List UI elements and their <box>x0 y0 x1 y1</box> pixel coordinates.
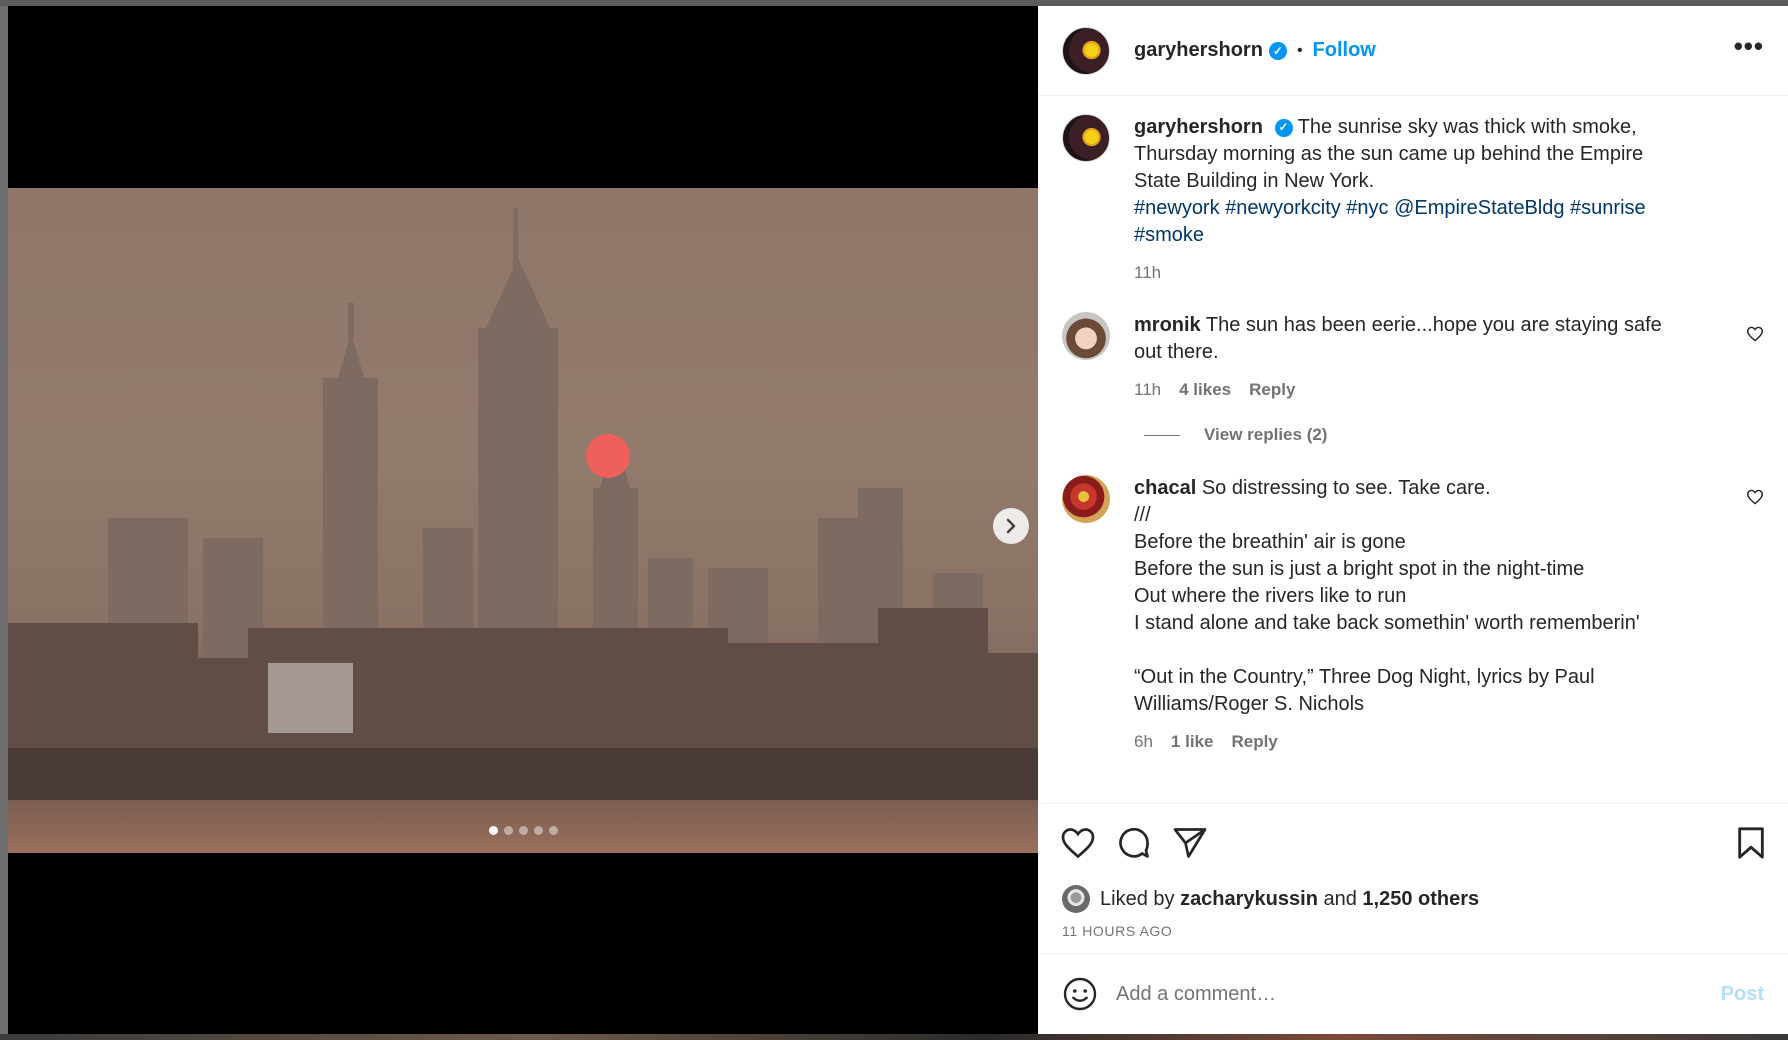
chevron-right-icon <box>1006 518 1016 534</box>
slide-indicator <box>8 826 1038 835</box>
post-modal: garyhershorn ✓ • Follow ••• garyhershorn… <box>8 6 1788 1034</box>
comment-username[interactable]: chacal <box>1134 477 1196 499</box>
heart-icon[interactable] <box>1746 489 1764 505</box>
comment-line: I stand alone and take back somethin' wo… <box>1134 612 1640 634</box>
separator-dot: • <box>1296 41 1303 59</box>
comment-text: So distressing to see. Take care. <box>1201 477 1491 499</box>
liker-avatar[interactable] <box>1062 885 1090 913</box>
comment-username[interactable]: mronik <box>1134 314 1201 336</box>
next-slide-button[interactable] <box>993 508 1029 544</box>
comment-item: chacal So distressing to see. Take care.… <box>1062 475 1764 755</box>
author-avatar[interactable] <box>1062 114 1110 162</box>
likes-prefix: Liked by <box>1100 887 1175 910</box>
reply-button[interactable]: Reply <box>1231 728 1277 755</box>
backdrop-strip <box>0 1034 1788 1040</box>
view-replies-label: View replies (2) <box>1204 425 1328 444</box>
post-actions <box>1038 803 1788 881</box>
comment-likes[interactable]: 4 likes <box>1179 376 1231 403</box>
author-username[interactable]: garyhershorn <box>1134 39 1263 62</box>
comment-time: 11h <box>1134 380 1162 399</box>
post-timestamp: 11 HOURS AGO <box>1038 917 1788 954</box>
follow-button[interactable]: Follow <box>1313 39 1376 62</box>
verified-badge-icon: ✓ <box>1274 118 1293 137</box>
share-icon[interactable] <box>1172 826 1208 860</box>
comment-input[interactable] <box>1116 982 1721 1006</box>
post-photo <box>8 188 1038 853</box>
reply-button[interactable]: Reply <box>1249 376 1295 403</box>
bookmark-icon[interactable] <box>1736 826 1766 860</box>
slide-dot[interactable] <box>488 826 498 835</box>
comment-item: mronik The sun has been eerie...hope you… <box>1062 312 1764 403</box>
likes-joiner: and <box>1323 887 1357 910</box>
post-comment-button[interactable]: Post <box>1721 983 1764 1006</box>
emoji-icon[interactable] <box>1062 976 1098 1012</box>
liker-username[interactable]: zacharykussin <box>1180 888 1318 911</box>
comment-line: “Out in the Country,” Three Dog Night, l… <box>1134 666 1595 715</box>
comment-line: /// <box>1134 504 1151 526</box>
slide-dot[interactable] <box>518 826 528 835</box>
post-side-panel: garyhershorn ✓ • Follow ••• garyhershorn… <box>1038 6 1788 1034</box>
sun <box>586 434 630 478</box>
comment-line: Before the breathin' air is gone <box>1134 531 1406 553</box>
heart-icon[interactable] <box>1060 826 1096 860</box>
skyline-image <box>8 208 1038 853</box>
author-avatar[interactable] <box>1062 26 1110 75</box>
heart-icon[interactable] <box>1746 326 1764 342</box>
slide-dot[interactable] <box>533 826 543 835</box>
verified-badge-icon: ✓ <box>1268 41 1287 60</box>
caption-username[interactable]: garyhershorn <box>1134 116 1263 138</box>
caption-tags[interactable]: #newyork #newyorkcity #nyc @EmpireStateB… <box>1134 195 1694 249</box>
caption: garyhershorn ✓ The sunrise sky was thick… <box>1062 114 1764 286</box>
likes-summary: Liked by zacharykussin and 1,250 others <box>1038 881 1788 917</box>
post-header: garyhershorn ✓ • Follow ••• <box>1038 6 1788 96</box>
divider-line <box>1144 434 1180 436</box>
commenter-avatar[interactable] <box>1062 475 1110 523</box>
comment-composer: Post <box>1038 954 1788 1034</box>
comments-list: garyhershorn ✓ The sunrise sky was thick… <box>1038 96 1788 803</box>
comment-icon[interactable] <box>1116 825 1152 861</box>
comment-line: Out where the rivers like to run <box>1134 585 1407 607</box>
view-replies-button[interactable]: View replies (2) <box>1144 425 1764 445</box>
more-options-icon[interactable]: ••• <box>1734 33 1764 61</box>
likes-others[interactable]: 1,250 others <box>1362 888 1479 911</box>
comment-time: 6h <box>1134 732 1153 751</box>
comment-likes[interactable]: 1 like <box>1171 728 1214 755</box>
caption-time: 11h <box>1134 263 1162 282</box>
comment-line: Before the sun is just a bright spot in … <box>1134 558 1585 580</box>
slide-dot[interactable] <box>548 826 558 835</box>
commenter-avatar[interactable] <box>1062 312 1110 360</box>
comment-line <box>1134 637 1694 664</box>
media-viewer <box>8 6 1038 1034</box>
comment-text: The sun has been eerie...hope you are st… <box>1134 314 1662 363</box>
slide-dot[interactable] <box>503 826 513 835</box>
